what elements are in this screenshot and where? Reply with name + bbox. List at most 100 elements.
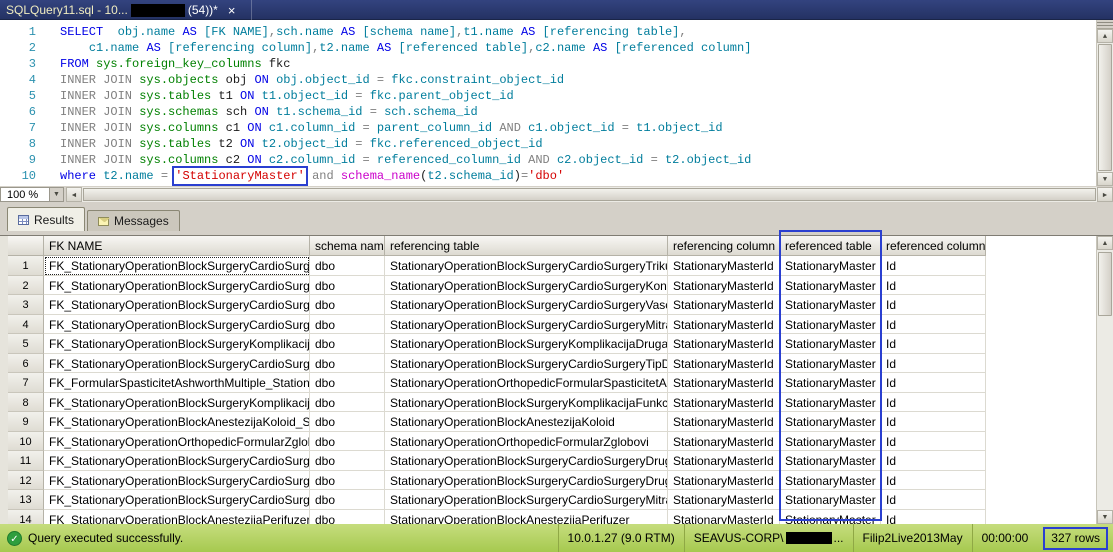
- grid-cell[interactable]: StationaryOperationBlockSurgeryCardioSur…: [385, 256, 668, 276]
- table-row[interactable]: 8 FK_StationaryOperationBlockSurgeryKompl…: [8, 392, 1113, 412]
- table-row[interactable]: 14 FK_StationaryOperationBlockAnestezijaP…: [8, 509, 1113, 524]
- column-header[interactable]: schema name: [310, 236, 385, 256]
- code-line[interactable]: 5 INNER JOIN sys.tables t1 ON t1.object_i…: [0, 88, 1095, 104]
- grid-cell[interactable]: StationaryMasterId: [668, 470, 780, 490]
- code-line[interactable]: 8 INNER JOIN sys.tables t2 ON t2.object_i…: [0, 136, 1095, 152]
- grid-cell[interactable]: Id: [881, 431, 986, 451]
- code-area[interactable]: 1 SELECT obj.name AS [FK NAME],sch.name A…: [0, 24, 1095, 186]
- grid-cell[interactable]: FK_StationaryOperationBlockSurgeryCardio…: [44, 314, 310, 334]
- grid-cell[interactable]: StationaryMaster: [780, 353, 881, 373]
- editor-horizontal-scrollbar[interactable]: ◄ ►: [66, 187, 1113, 202]
- scrollbar-thumb[interactable]: [83, 188, 1096, 201]
- grid-cell[interactable]: FK_StationaryOperationBlockSurgeryCardio…: [44, 256, 310, 276]
- scroll-up-icon[interactable]: ▲: [1097, 29, 1113, 43]
- grid-cell[interactable]: dbo: [310, 470, 385, 490]
- scrollbar-thumb[interactable]: [1098, 252, 1112, 316]
- grid-cell[interactable]: Id: [881, 256, 986, 276]
- grid-cell[interactable]: StationaryMaster: [780, 451, 881, 471]
- grid-cell[interactable]: StationaryMasterId: [668, 431, 780, 451]
- scrollbar-track[interactable]: [1097, 43, 1113, 172]
- row-number[interactable]: 5: [8, 334, 44, 354]
- code-line[interactable]: 7 INNER JOIN sys.columns c1 ON c1.column_…: [0, 120, 1095, 136]
- grid-cell[interactable]: StationaryOperationBlockSurgeryCardioSur…: [385, 353, 668, 373]
- grid-cell[interactable]: StationaryMaster: [780, 509, 881, 524]
- grid-cell[interactable]: StationaryMasterId: [668, 373, 780, 393]
- row-number[interactable]: 7: [8, 373, 44, 393]
- zoom-selector[interactable]: 100 % ▼: [0, 187, 64, 202]
- table-row[interactable]: 10 FK_StationaryOperationOrthopedicFormul…: [8, 431, 1113, 451]
- row-number[interactable]: 3: [8, 295, 44, 315]
- grid-cell[interactable]: StationaryMasterId: [668, 314, 780, 334]
- grid-cell[interactable]: FK_StationaryOperationBlockSurgeryKompli…: [44, 392, 310, 412]
- scroll-left-icon[interactable]: ◄: [66, 187, 82, 202]
- grid-cell[interactable]: StationaryMasterId: [668, 451, 780, 471]
- scroll-right-icon[interactable]: ►: [1097, 187, 1113, 202]
- grid-cell[interactable]: StationaryMasterId: [668, 392, 780, 412]
- code-line[interactable]: 9 INNER JOIN sys.columns c2 ON c2.column_…: [0, 152, 1095, 168]
- grid-cell[interactable]: Id: [881, 509, 986, 524]
- document-tab[interactable]: SQLQuery11.sql - 10... (54))* ×: [0, 0, 252, 20]
- row-number[interactable]: 8: [8, 392, 44, 412]
- scrollbar-thumb[interactable]: [1098, 44, 1112, 171]
- row-number[interactable]: 4: [8, 314, 44, 334]
- grid-cell[interactable]: FK_StationaryOperationBlockSurgeryCardio…: [44, 451, 310, 471]
- scrollbar-track[interactable]: [1097, 250, 1113, 510]
- column-header[interactable]: referencing table: [385, 236, 668, 256]
- grid-cell[interactable]: StationaryOperationBlockSurgeryCardioSur…: [385, 295, 668, 315]
- grid-cell[interactable]: Id: [881, 490, 986, 510]
- column-header[interactable]: FK NAME: [44, 236, 310, 256]
- editor-vertical-scrollbar[interactable]: ▲ ▼: [1096, 20, 1113, 186]
- grid-cell[interactable]: FK_StationaryOperationBlockAnestezijaKol…: [44, 412, 310, 432]
- row-number[interactable]: 14: [8, 509, 44, 524]
- grid-cell[interactable]: StationaryMaster: [780, 314, 881, 334]
- grid-cell[interactable]: StationaryOperationBlockSurgeryCardioSur…: [385, 470, 668, 490]
- grid-cell[interactable]: StationaryMasterId: [668, 490, 780, 510]
- grid-cell[interactable]: FK_StationaryOperationOrthopedicFormular…: [44, 431, 310, 451]
- grid-cell[interactable]: Id: [881, 295, 986, 315]
- table-row[interactable]: 5 FK_StationaryOperationBlockSurgeryKompl…: [8, 334, 1113, 354]
- grid-cell[interactable]: dbo: [310, 490, 385, 510]
- table-row[interactable]: 9 FK_StationaryOperationBlockAnestezijaKo…: [8, 412, 1113, 432]
- column-header[interactable]: referenced column: [881, 236, 986, 256]
- grid-cell[interactable]: dbo: [310, 353, 385, 373]
- scroll-down-icon[interactable]: ▼: [1097, 510, 1113, 524]
- code-line[interactable]: 6 INNER JOIN sys.schemas sch ON t1.schema…: [0, 104, 1095, 120]
- grid-cell[interactable]: Id: [881, 392, 986, 412]
- table-row[interactable]: 11 FK_StationaryOperationBlockSurgeryCard…: [8, 451, 1113, 471]
- code-line[interactable]: 4 INNER JOIN sys.objects obj ON obj.objec…: [0, 72, 1095, 88]
- grid-cell[interactable]: dbo: [310, 334, 385, 354]
- grid-cell[interactable]: Id: [881, 353, 986, 373]
- grid-cell[interactable]: StationaryMaster: [780, 275, 881, 295]
- grid-cell[interactable]: StationaryMaster: [780, 392, 881, 412]
- code-line[interactable]: 2 c1.name AS [referencing column],t2.nam…: [0, 40, 1095, 56]
- row-selector-header[interactable]: [8, 236, 44, 256]
- row-number[interactable]: 10: [8, 431, 44, 451]
- grid-cell[interactable]: StationaryMasterId: [668, 275, 780, 295]
- row-number[interactable]: 13: [8, 490, 44, 510]
- code-line[interactable]: 10 where t2.name = 'StationaryMaster' and…: [0, 166, 1095, 186]
- grid-cell[interactable]: StationaryMaster: [780, 256, 881, 276]
- grid-cell[interactable]: dbo: [310, 451, 385, 471]
- column-header[interactable]: referencing column: [668, 236, 780, 256]
- grid-vertical-scrollbar[interactable]: ▲ ▼: [1096, 236, 1113, 524]
- table-row[interactable]: 7 FK_FormularSpasticitetAshworthMultiple_…: [8, 373, 1113, 393]
- grid-cell[interactable]: StationaryMasterId: [668, 509, 780, 524]
- code-line[interactable]: 1 SELECT obj.name AS [FK NAME],sch.name A…: [0, 24, 1095, 40]
- grid-cell[interactable]: StationaryOperationBlockSurgeryKomplikac…: [385, 392, 668, 412]
- splitter-grip-icon[interactable]: [1097, 20, 1113, 29]
- grid-cell[interactable]: Id: [881, 314, 986, 334]
- grid-cell[interactable]: StationaryOperationOrthopedicFormularZgl…: [385, 431, 668, 451]
- scroll-down-icon[interactable]: ▼: [1097, 172, 1113, 186]
- grid-cell[interactable]: dbo: [310, 373, 385, 393]
- grid-cell[interactable]: dbo: [310, 256, 385, 276]
- grid-cell[interactable]: dbo: [310, 295, 385, 315]
- grid-cell[interactable]: StationaryOperationBlockSurgeryCardioSur…: [385, 451, 668, 471]
- grid-cell[interactable]: dbo: [310, 431, 385, 451]
- table-row[interactable]: 4 FK_StationaryOperationBlockSurgeryCardi…: [8, 314, 1113, 334]
- table-row[interactable]: 2 FK_StationaryOperationBlockSurgeryCardi…: [8, 275, 1113, 295]
- grid-cell[interactable]: Id: [881, 334, 986, 354]
- grid-cell[interactable]: StationaryMaster: [780, 373, 881, 393]
- grid-cell[interactable]: StationaryMaster: [780, 490, 881, 510]
- grid-cell[interactable]: StationaryOperationBlockSurgeryKomplikac…: [385, 334, 668, 354]
- grid-cell[interactable]: StationaryMaster: [780, 295, 881, 315]
